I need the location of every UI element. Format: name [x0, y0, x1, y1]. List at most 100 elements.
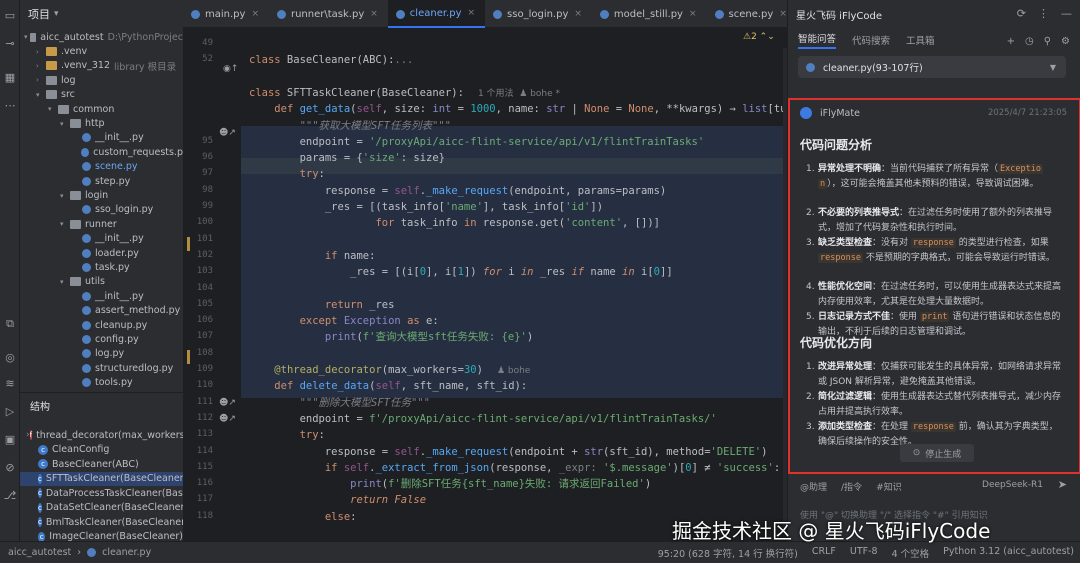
tree-item[interactable]: tools.py	[72, 376, 183, 390]
code-line[interactable]: endpoint = f'/proxyApi/aicc-flint-servic…	[249, 411, 717, 427]
knowledge-button[interactable]: #知识	[876, 480, 902, 493]
chevron-down-icon[interactable]: ▼	[1050, 63, 1056, 72]
context-file-selector[interactable]: cleaner.py(93-107行) ▼	[798, 56, 1066, 78]
layers-icon[interactable]: ≋	[2, 376, 18, 392]
more-icon[interactable]: ⋮	[1038, 7, 1049, 20]
close-icon[interactable]: ×	[779, 9, 787, 19]
editor-tab[interactable]: main.py ×	[183, 0, 269, 28]
chevron-down-icon[interactable]: ▾	[24, 33, 30, 41]
commit-icon[interactable]: ⊸	[2, 36, 18, 52]
tree-item[interactable]: cleanup.py	[72, 318, 183, 332]
tree-item[interactable]: scene.py	[72, 160, 183, 174]
code-editor[interactable]: 49 52 95 96 97 98 99 100 101 102 103 104 105 106 107 10…	[183, 28, 787, 541]
structure-item[interactable]: c ImageCleaner(BaseCleaner)	[20, 530, 183, 541]
code-line[interactable]: response = self._make_request(endpoint +…	[249, 444, 768, 460]
code-line[interactable]: def delete_data(self, sft_name, sft_id):	[249, 378, 527, 394]
structure-item[interactable]: c CleanConfig	[20, 443, 183, 458]
send-icon[interactable]: ➤	[1058, 478, 1067, 491]
debug-icon[interactable]: ☻↗	[219, 128, 236, 138]
structure-icon[interactable]: ▦	[2, 70, 18, 86]
editor-tab[interactable]: model_still.py ×	[592, 0, 707, 28]
code-line[interactable]: if name:	[249, 248, 376, 264]
code-line[interactable]: class BaseCleaner(ABC):...	[249, 52, 413, 68]
model-selector[interactable]: DeepSeek-R1	[982, 480, 1043, 490]
code-line[interactable]: try:	[249, 427, 325, 443]
close-icon[interactable]: ×	[574, 9, 582, 19]
tree-item[interactable]: › .venv_312 library 根目录	[36, 59, 183, 73]
code-line[interactable]: _res = [(task_info['name'], task_info['i…	[249, 199, 603, 215]
code-line[interactable]: except Exception as e:	[249, 313, 439, 329]
code-line[interactable]: print(f'查询大模型sft任务失败: {e}')	[249, 329, 533, 345]
tree-item[interactable]: __init__.py	[72, 232, 183, 246]
tree-item[interactable]: ▾ utils	[60, 275, 183, 289]
chevron-down-icon[interactable]: ▾	[60, 120, 70, 128]
code-line[interactable]: return False	[249, 492, 426, 508]
git-icon[interactable]: ⎇	[2, 488, 18, 504]
structure-item[interactable]: › f thread_decorator(max_workers	[20, 428, 183, 443]
chevron-down-icon[interactable]: ▾	[60, 278, 70, 286]
minimize-icon[interactable]: —	[1061, 7, 1072, 20]
chevron-right-icon[interactable]: ›	[36, 48, 46, 56]
tab-smart-qa[interactable]: 智能问答	[798, 31, 837, 49]
tree-item[interactable]: ▾ aicc_autotest D:\PythonProjec	[24, 30, 183, 44]
chevron-down-icon[interactable]: ▾	[60, 220, 70, 228]
refresh-icon[interactable]: ⟳	[1017, 7, 1026, 20]
tree-item[interactable]: __init__.py	[72, 289, 183, 303]
structure-item[interactable]: c BmlTaskCleaner(BaseCleaner)	[20, 515, 183, 530]
close-icon[interactable]: ×	[370, 9, 378, 19]
code-line[interactable]: _res = [(i[0], i[1]) for i in _res if na…	[249, 264, 673, 280]
tree-item[interactable]: sso_login.py	[72, 203, 183, 217]
tree-item[interactable]: __init__.py	[72, 131, 183, 145]
python-icon[interactable]: ◎	[2, 350, 18, 366]
close-icon[interactable]: ×	[689, 9, 697, 19]
code-line[interactable]: endpoint = '/proxyApi/aicc-flint-service…	[249, 134, 705, 150]
tree-item[interactable]: ▾ login	[60, 188, 183, 202]
tree-item[interactable]: ▾ http	[60, 116, 183, 130]
assistant-mention-button[interactable]: @助理	[800, 480, 827, 493]
command-button[interactable]: /指令	[841, 480, 862, 493]
code-line[interactable]: else:	[249, 509, 357, 525]
structure-item[interactable]: c DataProcessTaskCleaner(BaseC	[20, 486, 183, 501]
close-icon[interactable]: ×	[467, 8, 475, 18]
stop-generation-button[interactable]: ⊙ 停止生成	[900, 444, 974, 462]
editor-tab[interactable]: scene.py ×	[707, 0, 797, 28]
debug-icon[interactable]: ☻↗	[219, 414, 236, 424]
code-line[interactable]: class SFTTaskCleaner(BaseCleaner): 1 个用法 …	[249, 85, 560, 101]
python-interpreter[interactable]: Python 3.12 (aicc_autotest)	[943, 546, 1074, 560]
file-encoding[interactable]: UTF-8	[850, 546, 878, 560]
code-line[interactable]: response = self._make_request(endpoint, …	[249, 183, 666, 199]
code-line[interactable]: print(f'删除SFT任务{sft_name}失败: 请求返回Failed'…	[249, 476, 651, 492]
code-line[interactable]: return _res	[249, 297, 395, 313]
chevron-down-icon[interactable]: ▾	[48, 105, 58, 113]
code-line[interactable]: def get_data(self, size: int = 1000, nam…	[249, 101, 787, 117]
tree-item[interactable]: ▾ src	[36, 88, 183, 102]
history-icon[interactable]: ◷	[1025, 36, 1034, 47]
indent-setting[interactable]: 4 个空格	[892, 546, 930, 560]
warning-icon[interactable]: ⚠2 ⌃⌄	[743, 32, 775, 42]
tab-toolbox[interactable]: 工具箱	[906, 33, 935, 47]
editor-tab[interactable]: runner\task.py ×	[269, 0, 388, 28]
structure-item[interactable]: c SFTTaskCleaner(BaseCleaner)	[20, 471, 183, 486]
settings-icon[interactable]: ⚙	[1061, 36, 1070, 47]
tree-item[interactable]: ▾ runner	[60, 217, 183, 231]
chevron-down-icon[interactable]: ▾	[54, 9, 59, 19]
tree-item[interactable]: › .venv	[36, 44, 183, 58]
code-line[interactable]: if self._extract_from_json(response, _ex…	[249, 460, 780, 476]
cursor-position[interactable]: 95:20 (628 字符, 14 行 换行符)	[658, 546, 798, 560]
pin-icon[interactable]: ⚲	[1044, 36, 1051, 47]
breadcrumb-file[interactable]: cleaner.py	[102, 547, 151, 558]
tree-item[interactable]: custom_requests.p	[72, 145, 183, 159]
code-line[interactable]: @thread_decorator(max_workers=30) ♟ bohe	[249, 362, 530, 378]
code-line[interactable]: """获取大模型SFT任务列表"""	[249, 118, 451, 134]
tree-item[interactable]: config.py	[72, 332, 183, 346]
tab-code-search[interactable]: 代码搜索	[852, 33, 890, 47]
override-icon[interactable]: ◉↑	[223, 64, 238, 74]
run-icon[interactable]: ▷	[2, 404, 18, 420]
problems-icon[interactable]: ⊘	[2, 460, 18, 476]
close-icon[interactable]: ×	[251, 9, 259, 19]
tree-item[interactable]: › log	[36, 73, 183, 87]
plugin-icon[interactable]: ⧉	[2, 316, 18, 332]
code-line[interactable]: """删除大模型SFT任务"""	[249, 395, 430, 411]
editor-tab[interactable]: cleaner.py ×	[387, 0, 486, 28]
code-line[interactable]: for task_info in response.get('content',…	[249, 215, 660, 231]
